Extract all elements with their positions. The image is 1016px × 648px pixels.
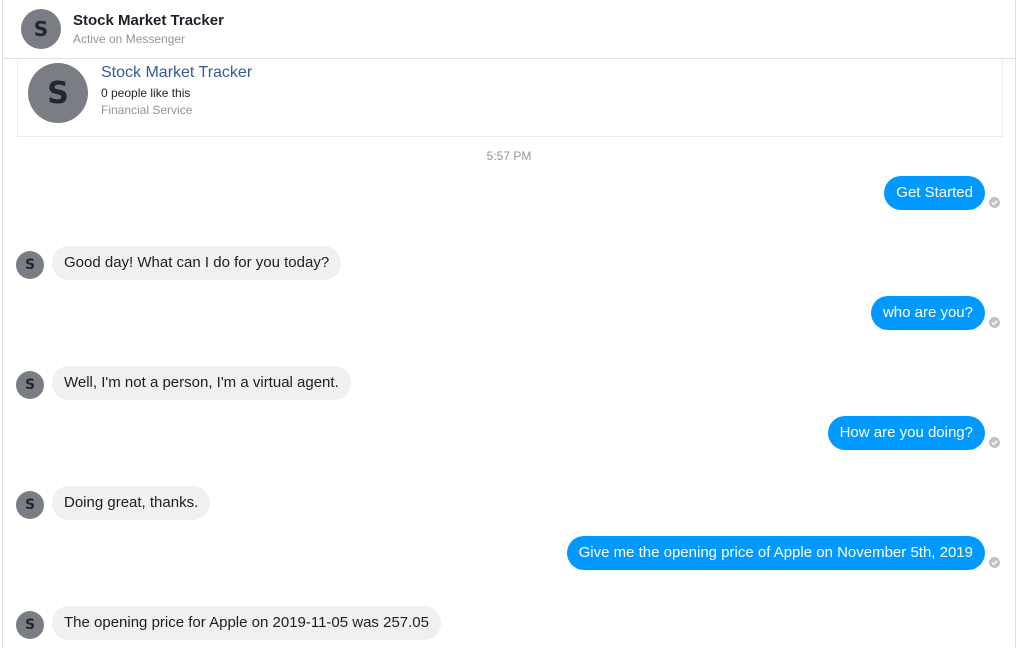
message-row: S Well, I'm not a person, I'm a virtual … — [3, 366, 1015, 400]
page-name-link[interactable]: Stock Market Tracker — [101, 64, 252, 82]
page-avatar[interactable]: S — [28, 63, 88, 123]
incoming-message-bubble[interactable]: The opening price for Apple on 2019-11-0… — [52, 606, 441, 640]
incoming-message-bubble[interactable]: Good day! What can I do for you today? — [52, 246, 342, 280]
avatar[interactable]: S — [21, 9, 61, 49]
seen-check-icon — [989, 317, 1000, 328]
outgoing-message-bubble[interactable]: How are you doing? — [827, 416, 985, 450]
conversation-header: S Stock Market Tracker Active on Messeng… — [3, 0, 1015, 59]
conversation-title[interactable]: Stock Market Tracker — [73, 12, 224, 29]
sender-avatar[interactable]: S — [16, 611, 44, 639]
active-status: Active on Messenger — [73, 32, 186, 46]
incoming-message-bubble[interactable]: Well, I'm not a person, I'm a virtual ag… — [52, 366, 351, 400]
seen-check-icon — [989, 197, 1000, 208]
outgoing-message-bubble[interactable]: Give me the opening price of Apple on No… — [566, 536, 985, 570]
message-row: S Good day! What can I do for you today? — [3, 246, 1015, 280]
sender-avatar[interactable]: S — [16, 491, 44, 519]
seen-check-icon — [989, 557, 1000, 568]
message-row: who are you? — [3, 296, 1015, 330]
sender-avatar[interactable]: S — [16, 251, 44, 279]
message-row: Get Started — [3, 176, 1015, 210]
seen-check-icon — [989, 437, 1000, 448]
message-row: How are you doing? — [3, 416, 1015, 450]
outgoing-message-bubble[interactable]: Get Started — [884, 176, 985, 210]
outgoing-message-bubble[interactable]: who are you? — [870, 296, 985, 330]
page-category: Financial Service — [101, 103, 193, 117]
message-row: S The opening price for Apple on 2019-11… — [3, 606, 1015, 640]
incoming-message-bubble[interactable]: Doing great, thanks. — [52, 486, 211, 520]
sender-avatar[interactable]: S — [16, 371, 44, 399]
message-row: Give me the opening price of Apple on No… — [3, 536, 1015, 570]
page-likes: 0 people like this — [101, 86, 191, 100]
message-row: S Doing great, thanks. — [3, 486, 1015, 520]
messenger-window: S Stock Market Tracker Active on Messeng… — [2, 0, 1016, 648]
message-timestamp: 5:57 PM — [486, 149, 532, 163]
page-info-card: S Stock Market Tracker 0 people like thi… — [17, 60, 1003, 137]
